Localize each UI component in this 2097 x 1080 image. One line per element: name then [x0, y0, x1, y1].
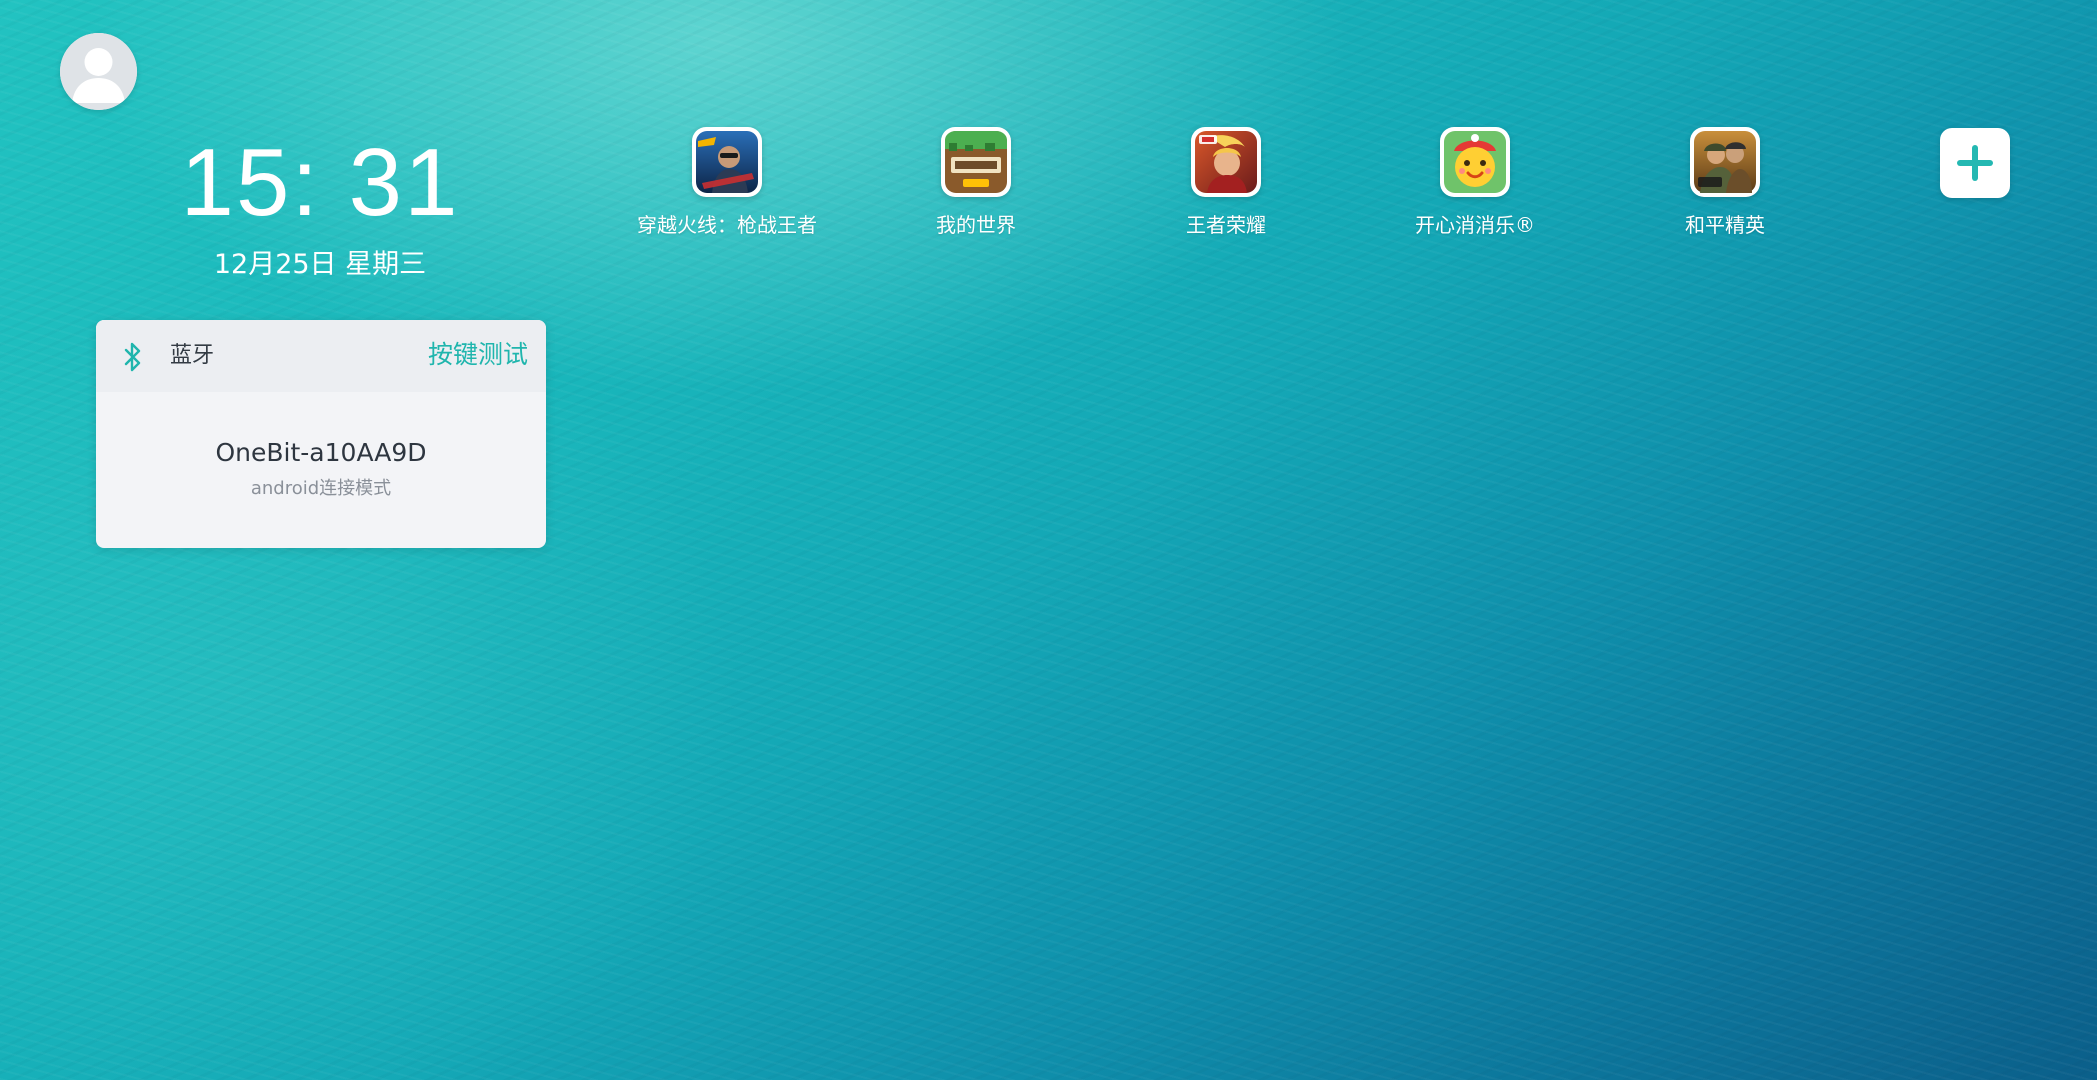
- home-screen: 15: 31 12月25日 星期三 蓝牙 按键测试 OneBit-a10AA9D…: [0, 0, 2097, 1080]
- honor-of-kings-game-icon: [1191, 127, 1261, 197]
- user-avatar-icon[interactable]: [60, 33, 137, 110]
- app-minecraft[interactable]: 我的世界: [866, 127, 1086, 239]
- app-label: 和平精英: [1685, 213, 1765, 237]
- key-test-button[interactable]: 按键测试: [428, 338, 528, 372]
- minecraft-game-icon: [941, 127, 1011, 197]
- happy-elimination-game-icon: [1440, 127, 1510, 197]
- add-app-button[interactable]: [1940, 128, 2010, 198]
- app-label: 王者荣耀: [1186, 213, 1266, 237]
- clock-date: 12月25日 星期三: [213, 249, 427, 280]
- clock-time: 15: 31: [180, 129, 460, 236]
- app-happy-elimination[interactable]: 开心消消乐®: [1365, 127, 1585, 239]
- crossfire-game-icon: [692, 127, 762, 197]
- bluetooth-device-name: OneBit-a10AA9D: [215, 438, 427, 467]
- app-crossfire[interactable]: 穿越火线：枪战王者: [617, 127, 837, 239]
- app-label: 开心消消乐®: [1415, 213, 1535, 237]
- bluetooth-card-title: 蓝牙: [170, 343, 215, 368]
- app-game-for-peace[interactable]: 和平精英: [1615, 127, 1835, 239]
- plus-icon: [1957, 145, 1993, 181]
- game-for-peace-icon: [1690, 127, 1760, 197]
- app-honor-of-kings[interactable]: 王者荣耀: [1116, 127, 1336, 239]
- app-label: 穿越火线：枪战王者: [637, 213, 817, 237]
- bluetooth-connection-mode: android连接模式: [250, 478, 392, 499]
- bluetooth-card[interactable]: 蓝牙 按键测试 OneBit-a10AA9D android连接模式: [96, 320, 546, 548]
- app-label: 我的世界: [936, 213, 1016, 237]
- bluetooth-icon: [116, 338, 150, 376]
